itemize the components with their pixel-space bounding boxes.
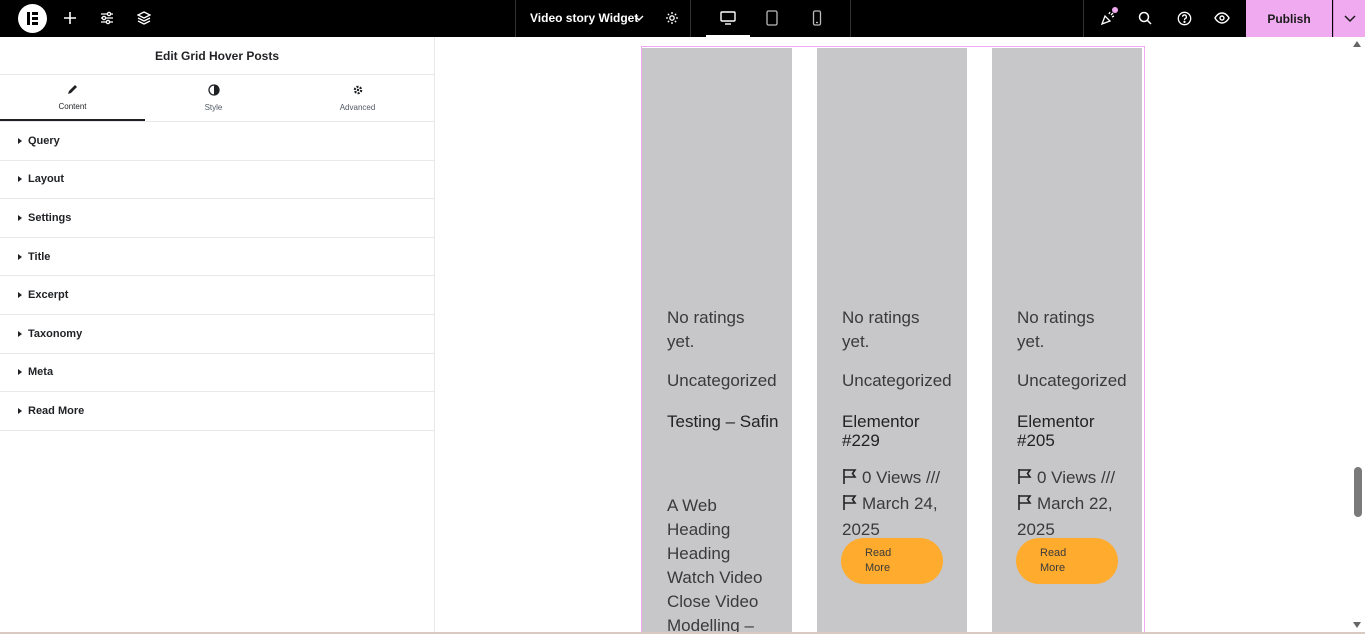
chevron-down-icon[interactable] xyxy=(630,9,648,27)
section-label: Read More xyxy=(28,404,85,417)
post-date: March 22, 2025 xyxy=(1017,494,1113,539)
gear-icon[interactable] xyxy=(663,9,681,27)
section-meta[interactable]: Meta xyxy=(0,354,434,393)
section-label: Settings xyxy=(28,211,72,224)
document-title[interactable]: Video story Widget xyxy=(530,11,638,25)
caret-right-icon xyxy=(18,137,22,144)
layers-icon[interactable] xyxy=(135,9,153,27)
panel-sections: Query Layout Settings Title Excerpt Taxo… xyxy=(0,122,434,431)
section-label: Taxonomy xyxy=(28,327,83,340)
caret-right-icon xyxy=(18,176,22,183)
flag-icon xyxy=(1017,468,1034,492)
section-excerpt[interactable]: Excerpt xyxy=(0,276,434,315)
post-category[interactable]: Uncategorized xyxy=(1017,371,1127,391)
caret-right-icon xyxy=(18,407,22,414)
post-views: 0 Views /// xyxy=(842,466,962,492)
contrast-icon xyxy=(207,84,220,103)
elementor-logo-icon[interactable] xyxy=(18,4,47,33)
post-meta: 0 Views /// March 22, 2025 xyxy=(1017,466,1137,542)
section-settings[interactable]: Settings xyxy=(0,199,434,238)
section-read-more[interactable]: Read More xyxy=(0,392,434,431)
section-label: Layout xyxy=(28,173,65,186)
section-label: Title xyxy=(28,250,51,263)
scroll-down-arrow-icon[interactable] xyxy=(1353,622,1361,628)
flag-icon xyxy=(1017,494,1034,518)
caret-right-icon xyxy=(18,253,22,260)
panel-tabs: Content Style Advanced xyxy=(0,75,434,122)
post-title[interactable]: Elementor #229 xyxy=(842,412,957,450)
post-card[interactable]: No ratings yet. Uncategorized Elementor … xyxy=(817,48,967,634)
pencil-icon xyxy=(67,84,78,102)
search-icon[interactable] xyxy=(1136,9,1154,27)
section-label: Excerpt xyxy=(28,289,69,302)
scroll-up-arrow-icon[interactable] xyxy=(1353,41,1361,47)
read-more-button[interactable]: Read More xyxy=(1016,538,1118,584)
eye-icon[interactable] xyxy=(1213,9,1231,27)
caret-right-icon xyxy=(18,214,22,221)
post-meta: 0 Views /// March 24, 2025 xyxy=(842,466,962,542)
section-query[interactable]: Query xyxy=(0,122,434,161)
plus-icon[interactable] xyxy=(61,9,79,27)
read-more-button[interactable]: Read More xyxy=(841,538,943,584)
preview-canvas: No ratings yet. Uncategorized Testing – … xyxy=(436,37,1350,634)
post-rating: No ratings yet. xyxy=(667,308,745,351)
tab-label: Content xyxy=(58,101,87,111)
divider xyxy=(690,0,691,37)
tab-label: Style xyxy=(204,103,223,112)
post-rating: No ratings yet. xyxy=(842,308,920,351)
post-rating: No ratings yet. xyxy=(1017,308,1095,351)
post-card[interactable]: No ratings yet. Uncategorized Elementor … xyxy=(992,48,1142,634)
caret-right-icon xyxy=(18,369,22,376)
flag-icon xyxy=(842,494,859,518)
flag-icon xyxy=(842,468,859,492)
top-bar: Video story Widget Publish xyxy=(0,0,1365,37)
post-card[interactable]: No ratings yet. Uncategorized Testing – … xyxy=(642,48,792,634)
canvas-scrollbar[interactable] xyxy=(1350,37,1365,634)
section-taxonomy[interactable]: Taxonomy xyxy=(0,315,434,354)
post-views: 0 Views /// xyxy=(1017,466,1137,492)
chevron-down-icon xyxy=(1343,10,1356,28)
caret-right-icon xyxy=(18,330,22,337)
divider xyxy=(850,0,851,37)
tab-content[interactable]: Content xyxy=(0,75,145,121)
post-category[interactable]: Uncategorized xyxy=(842,371,952,391)
post-date: March 24, 2025 xyxy=(842,494,938,539)
divider xyxy=(1083,0,1084,37)
gear-icon xyxy=(352,84,364,103)
section-layout[interactable]: Layout xyxy=(0,161,434,200)
post-category[interactable]: Uncategorized xyxy=(667,371,777,391)
post-excerpt: A Web Heading Heading Watch Video Close … xyxy=(667,496,763,634)
section-label: Query xyxy=(28,134,60,147)
scrollbar-thumb[interactable] xyxy=(1354,467,1362,517)
help-icon[interactable] xyxy=(1175,9,1193,27)
sliders-icon[interactable] xyxy=(98,9,116,27)
post-title[interactable]: Elementor #205 xyxy=(1017,412,1132,450)
publish-button[interactable]: Publish xyxy=(1246,0,1332,37)
panel-title: Edit Grid Hover Posts xyxy=(0,37,434,75)
tab-advanced[interactable]: Advanced xyxy=(285,75,430,121)
divider xyxy=(515,0,516,37)
section-label: Meta xyxy=(28,366,54,379)
publish-options-button[interactable] xyxy=(1333,0,1365,37)
tab-label: Advanced xyxy=(339,103,376,112)
notification-dot xyxy=(1112,7,1118,13)
post-title[interactable]: Testing – Safin xyxy=(667,412,782,431)
editor-panel: Edit Grid Hover Posts Content Style Adva… xyxy=(0,37,435,634)
tab-style[interactable]: Style xyxy=(141,75,286,121)
caret-right-icon xyxy=(18,292,22,299)
section-title[interactable]: Title xyxy=(0,238,434,277)
tablet-icon[interactable] xyxy=(763,9,781,27)
desktop-icon[interactable] xyxy=(719,9,737,27)
mobile-icon[interactable] xyxy=(808,9,826,27)
